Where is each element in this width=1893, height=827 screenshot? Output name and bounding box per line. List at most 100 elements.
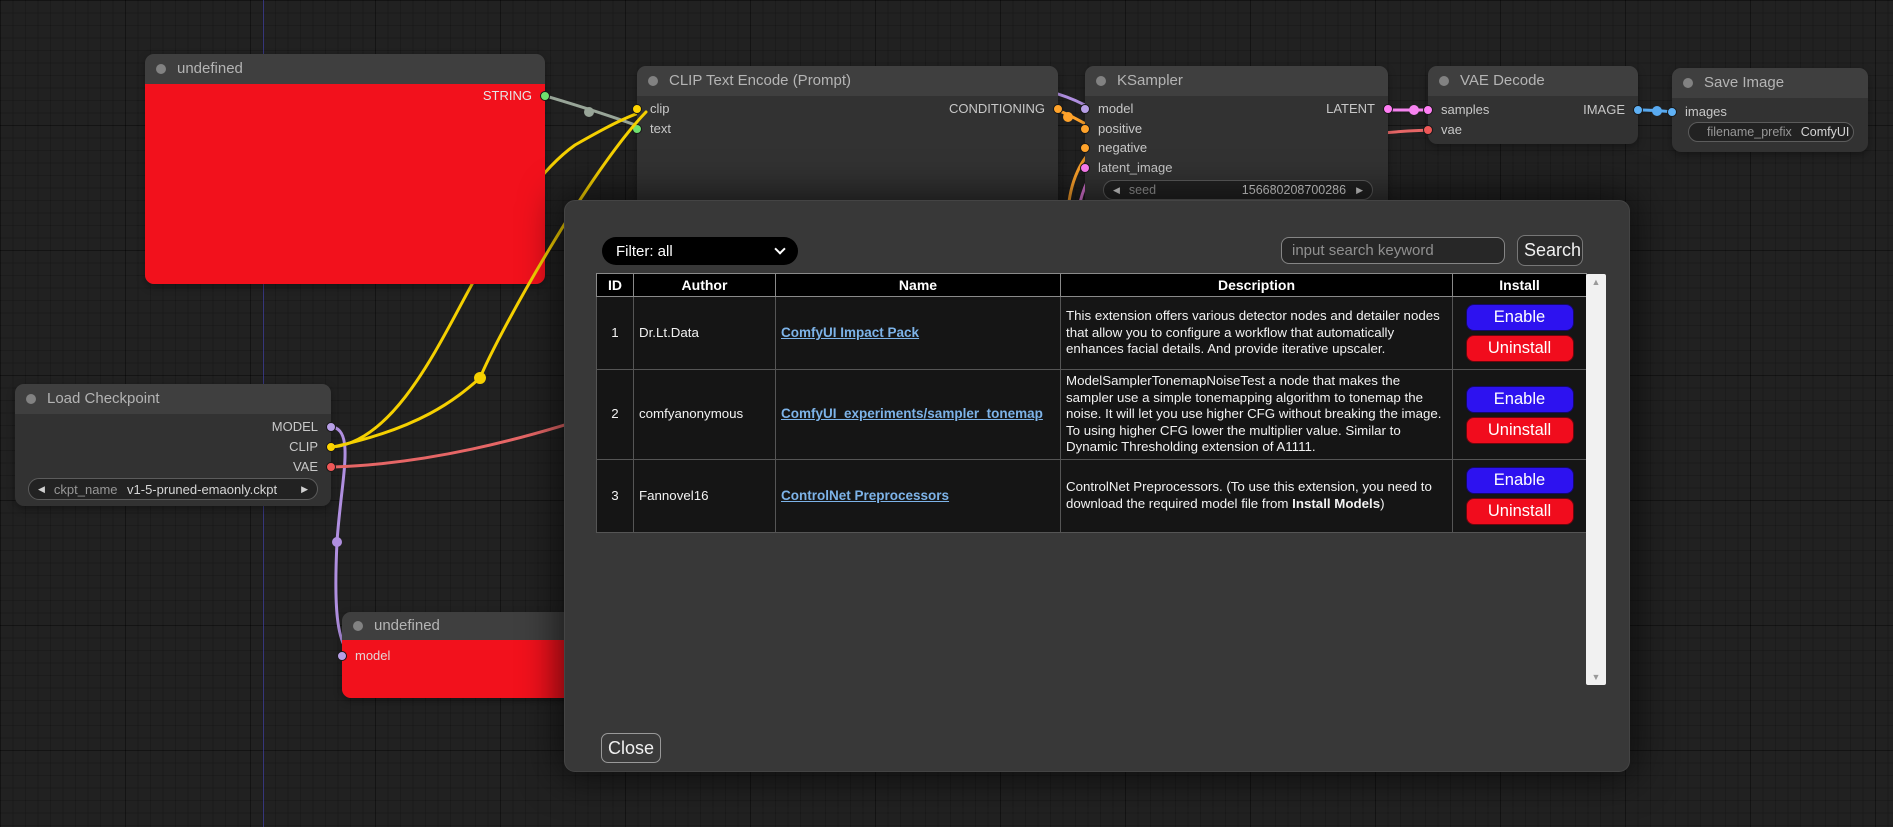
node-undefined-bottom[interactable]: undefined model: [342, 612, 582, 698]
input-label: vae: [1441, 122, 1462, 137]
header-description: Description: [1061, 274, 1453, 297]
cell-author: Dr.Lt.Data: [634, 297, 776, 370]
cell-author: Fannovel16: [634, 460, 776, 533]
node-undefined-top[interactable]: undefined STRING: [145, 54, 545, 284]
node-save-image[interactable]: Save Image images filename_prefix ComfyU…: [1672, 68, 1868, 152]
decrement-icon[interactable]: ◀: [1113, 186, 1120, 195]
input-slot-model[interactable]: [337, 651, 347, 661]
input-slot-positive[interactable]: [1080, 124, 1090, 134]
cell-author: comfyanonymous: [634, 370, 776, 460]
node-collapse-dot[interactable]: [1096, 76, 1106, 86]
input-slot-text[interactable]: [632, 124, 642, 134]
header-id: ID: [597, 274, 634, 297]
comfyui-canvas[interactable]: undefined STRING CLIP Text Encode (Promp…: [0, 0, 1893, 827]
output-label: VAE: [293, 459, 318, 474]
extension-table: ID Author Name Description Install 1 Dr.…: [596, 273, 1587, 533]
ckpt-name-widget[interactable]: ◀ ckpt_name v1-5-pruned-emaonly.ckpt ▶: [28, 478, 318, 500]
node-error-body: [145, 84, 545, 284]
wire-string-to-text: [546, 96, 646, 129]
input-label: model: [355, 648, 390, 663]
input-slot-vae[interactable]: [1423, 125, 1433, 135]
cell-description: ControlNet Preprocessors. (To use this e…: [1061, 460, 1453, 533]
widget-value: 156680208700286: [1242, 183, 1346, 197]
scrollbar[interactable]: ▲ ▼: [1586, 274, 1606, 685]
link-dot-image: [1652, 106, 1662, 116]
node-load-checkpoint[interactable]: Load Checkpoint MODEL CLIP VAE ◀ ckpt_na…: [15, 384, 331, 506]
chevron-down-icon: [774, 243, 785, 254]
input-label: images: [1685, 104, 1727, 119]
input-slot-negative[interactable]: [1080, 143, 1090, 153]
link-dot-conditioning: [1063, 112, 1073, 122]
table-header-row: ID Author Name Description Install: [597, 274, 1587, 297]
link-dot-model: [332, 537, 342, 547]
link-dot-clip: [474, 372, 486, 384]
widget-value: ComfyUI: [1801, 125, 1850, 139]
node-title: undefined: [177, 60, 243, 77]
uninstall-button[interactable]: Uninstall: [1466, 417, 1574, 444]
extension-link[interactable]: ComfyUI Impact Pack: [781, 325, 919, 340]
widget-name: filename_prefix: [1707, 125, 1792, 139]
header-author: Author: [634, 274, 776, 297]
node-collapse-dot[interactable]: [26, 394, 36, 404]
filter-select[interactable]: Filter: all: [602, 237, 798, 265]
cell-id: 3: [597, 460, 634, 533]
next-icon[interactable]: ▶: [301, 485, 308, 494]
enable-button[interactable]: Enable: [1466, 304, 1574, 331]
extension-row: 2 comfyanonymous ComfyUI_experiments/sam…: [597, 370, 1587, 460]
cell-id: 1: [597, 297, 634, 370]
cell-id: 2: [597, 370, 634, 460]
node-title: CLIP Text Encode (Prompt): [669, 72, 851, 89]
scroll-up-icon[interactable]: ▲: [1586, 277, 1606, 287]
header-name: Name: [776, 274, 1061, 297]
output-slot-clip[interactable]: [326, 442, 336, 452]
node-title: KSampler: [1117, 72, 1183, 89]
node-collapse-dot[interactable]: [648, 76, 658, 86]
node-vae-decode[interactable]: VAE Decode samples vae IMAGE: [1428, 66, 1638, 144]
link-dot-latent: [1409, 105, 1419, 115]
search-button[interactable]: Search: [1517, 235, 1583, 266]
output-label: STRING: [483, 88, 532, 103]
filename-prefix-widget[interactable]: filename_prefix ComfyUI: [1688, 122, 1854, 142]
enable-button[interactable]: Enable: [1466, 386, 1574, 413]
extension-link[interactable]: ControlNet Preprocessors: [781, 488, 949, 503]
close-button[interactable]: Close: [601, 733, 661, 763]
widget-name: ckpt_name: [54, 482, 118, 497]
input-slot-latent-image[interactable]: [1080, 163, 1090, 173]
output-label: CLIP: [289, 439, 318, 454]
output-slot-string[interactable]: [540, 91, 550, 101]
seed-widget[interactable]: ◀ seed 156680208700286 ▶: [1103, 180, 1373, 200]
output-slot-image[interactable]: [1633, 105, 1643, 115]
prev-icon[interactable]: ◀: [38, 485, 45, 494]
extension-link[interactable]: ComfyUI_experiments/sampler_tonemap: [781, 406, 1043, 421]
filter-selected-value: Filter: all: [616, 243, 673, 260]
output-label: IMAGE: [1583, 102, 1625, 117]
output-slot-model[interactable]: [326, 422, 336, 432]
increment-icon[interactable]: ▶: [1356, 186, 1363, 195]
scroll-down-icon[interactable]: ▼: [1586, 672, 1606, 682]
node-collapse-dot[interactable]: [1683, 78, 1693, 88]
input-label: negative: [1098, 140, 1147, 155]
uninstall-button[interactable]: Uninstall: [1466, 335, 1574, 362]
node-collapse-dot[interactable]: [353, 621, 363, 631]
uninstall-button[interactable]: Uninstall: [1466, 498, 1574, 525]
output-label: MODEL: [272, 419, 318, 434]
header-install: Install: [1453, 274, 1587, 297]
link-dot-string: [584, 107, 594, 117]
extension-table-wrap: ID Author Name Description Install 1 Dr.…: [596, 273, 1609, 686]
output-slot-vae[interactable]: [326, 462, 336, 472]
search-input[interactable]: [1281, 237, 1505, 264]
node-collapse-dot[interactable]: [156, 64, 166, 74]
output-label: LATENT: [1326, 101, 1375, 116]
input-label: positive: [1098, 121, 1142, 136]
enable-button[interactable]: Enable: [1466, 467, 1574, 494]
node-title: Save Image: [1704, 74, 1784, 91]
node-title: undefined: [374, 617, 440, 634]
output-slot-latent[interactable]: [1383, 104, 1393, 114]
widget-name: seed: [1129, 183, 1156, 197]
extension-row: 3 Fannovel16 ControlNet Preprocessors Co…: [597, 460, 1587, 533]
manager-dialog: Filter: all Search ID Author Name Descri…: [564, 200, 1630, 772]
output-label: CONDITIONING: [949, 101, 1045, 116]
input-slot-images[interactable]: [1667, 107, 1677, 117]
output-slot-conditioning[interactable]: [1053, 104, 1063, 114]
node-collapse-dot[interactable]: [1439, 76, 1449, 86]
